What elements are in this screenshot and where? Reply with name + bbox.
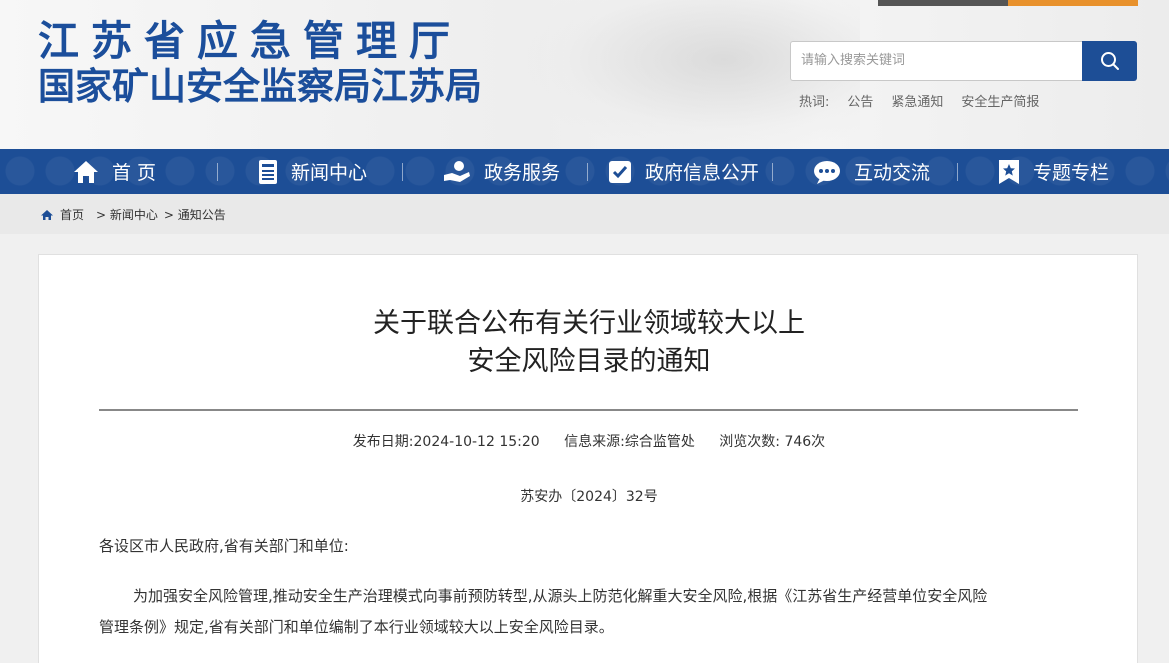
hot-word-link[interactable]: 安全生产简报 [961,91,1039,110]
news-icon [259,159,277,184]
site-header: 江苏省应急管理厅 国家矿山安全监察局江苏局 请输入搜索关键词 热词: 公告 紧急… [0,0,1169,149]
article-meta: 发布日期:2024-10-12 15:20 信息来源:综合监管处 浏览次数: 7… [39,431,1139,451]
nav-label: 政府信息公开 [645,162,760,184]
article-panel: 关于联合公布有关行业领域较大以上 安全风险目录的通知 发布日期:2024-10-… [38,254,1138,663]
breadcrumb: 首页 > 新闻中心 > 通知公告 [40,206,232,223]
breadcrumb-home[interactable]: 首页 [60,206,84,223]
nav-divider [587,163,588,181]
title-divider [99,409,1078,411]
article-title-line1: 关于联合公布有关行业领域较大以上 [373,308,805,339]
info-open-icon [609,160,631,183]
hot-word-link[interactable]: 公告 [847,91,873,110]
info-source: 信息来源:综合监管处 [564,434,695,450]
nav-label: 新闻中心 [291,162,368,184]
top-bar-gray [878,0,1008,6]
breadcrumb-notice[interactable]: > 通知公告 [164,206,226,223]
nav-label: 互动交流 [854,162,931,184]
nav-divider [957,163,958,181]
nav-item-interaction[interactable]: 互动交流 [812,149,930,194]
nav-item-service[interactable]: 政务服务 [442,149,560,194]
breadcrumb-bar: 首页 > 新闻中心 > 通知公告 [0,194,1169,234]
home-icon [41,209,53,220]
nav-divider [217,163,218,181]
salutation: 各设区市人民政府,省有关部门和单位: [99,537,349,555]
search-icon [1100,52,1119,70]
nav-item-news[interactable]: 新闻中心 [257,149,367,194]
top-bar-orange [1008,0,1138,6]
publish-date: 发布日期:2024-10-12 15:20 [352,434,540,450]
nav-divider [772,163,773,181]
nav-item-info-open[interactable]: 政府信息公开 [607,149,759,194]
nav-label: 首 页 [112,162,157,184]
main-nav: 首 页 新闻中心 政务服务 政府信息公开 互动交流 专题专栏 [0,149,1169,194]
bookmark-icon [999,159,1019,184]
hot-words-label: 热词: [799,95,830,110]
search-input[interactable]: 请输入搜索关键词 [790,41,1083,81]
body-paragraph-line1: 为加强安全风险管理,推动安全生产治理模式向事前预防转型,从源头上防范化解重大安全… [133,587,988,605]
hot-word-link[interactable]: 紧急通知 [891,91,943,110]
document-number: 苏安办〔2024〕32号 [520,489,658,505]
site-title-line2[interactable]: 国家矿山安全监察局江苏局 [38,66,482,108]
site-title-line1[interactable]: 江苏省应急管理厅 [38,18,462,64]
nav-label: 政务服务 [484,162,561,184]
nav-item-special[interactable]: 专题专栏 [997,149,1109,194]
nav-label: 专题专栏 [1033,162,1110,184]
service-icon [444,160,470,182]
hot-words: 热词: 公告 紧急通知 安全生产简报 [799,91,1057,110]
home-icon [74,160,98,183]
breadcrumb-news[interactable]: > 新闻中心 [96,206,158,223]
view-count: 浏览次数: 746次 [719,434,826,450]
chat-icon [814,160,840,184]
article-title-line2: 安全风险目录的通知 [467,346,711,377]
nav-divider [402,163,403,181]
body-paragraph-line2: 管理条例》规定,省有关部门和单位编制了本行业领域较大以上安全风险目录。 [99,618,614,636]
search-button[interactable] [1082,41,1137,81]
nav-item-home[interactable]: 首 页 [72,149,156,194]
